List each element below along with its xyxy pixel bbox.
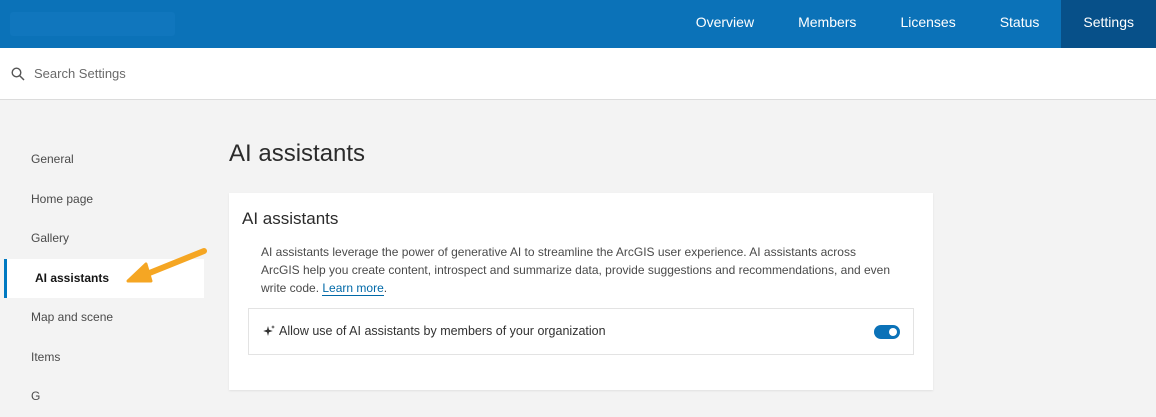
ai-assistants-card: AI assistants AI assistants leverage the… [229,193,933,390]
search-icon [11,67,25,81]
switch-knob [889,328,897,336]
description-period: . [383,281,388,295]
learn-more-link[interactable]: Learn more [322,281,384,296]
card-description: AI assistants leverage the power of gene… [261,243,891,297]
page-title: AI assistants [229,140,366,167]
nav-licenses[interactable]: Licenses [878,0,977,48]
top-navigation-bar: Overview Members Licenses Status Setting… [0,0,1156,48]
arrow-icon [126,248,207,283]
ai-assistants-toggle-row: Allow use of AI assistants by members of… [248,308,914,355]
nav-status[interactable]: Status [978,0,1062,48]
nav-members[interactable]: Members [776,0,878,48]
sidebar-item-home-page[interactable]: Home page [0,180,204,220]
organization-name[interactable] [10,12,175,36]
nav-overview[interactable]: Overview [674,0,776,48]
ai-assistants-switch[interactable] [874,325,900,339]
sparkle-icon [263,325,275,336]
search-settings-input[interactable] [34,63,334,83]
nav-settings[interactable]: Settings [1061,0,1156,48]
main-nav: Overview Members Licenses Status Setting… [674,0,1156,48]
toggle-label: Allow use of AI assistants by members of… [279,324,606,338]
card-title: AI assistants [242,209,339,228]
sidebar-item-general[interactable]: General [0,140,204,180]
sidebar-item-map-and-scene[interactable]: Map and scene [0,298,204,338]
sidebar-item-items[interactable]: Items [0,338,204,378]
sidebar-item-groups[interactable]: G [0,377,204,417]
search-bar [0,48,1156,100]
